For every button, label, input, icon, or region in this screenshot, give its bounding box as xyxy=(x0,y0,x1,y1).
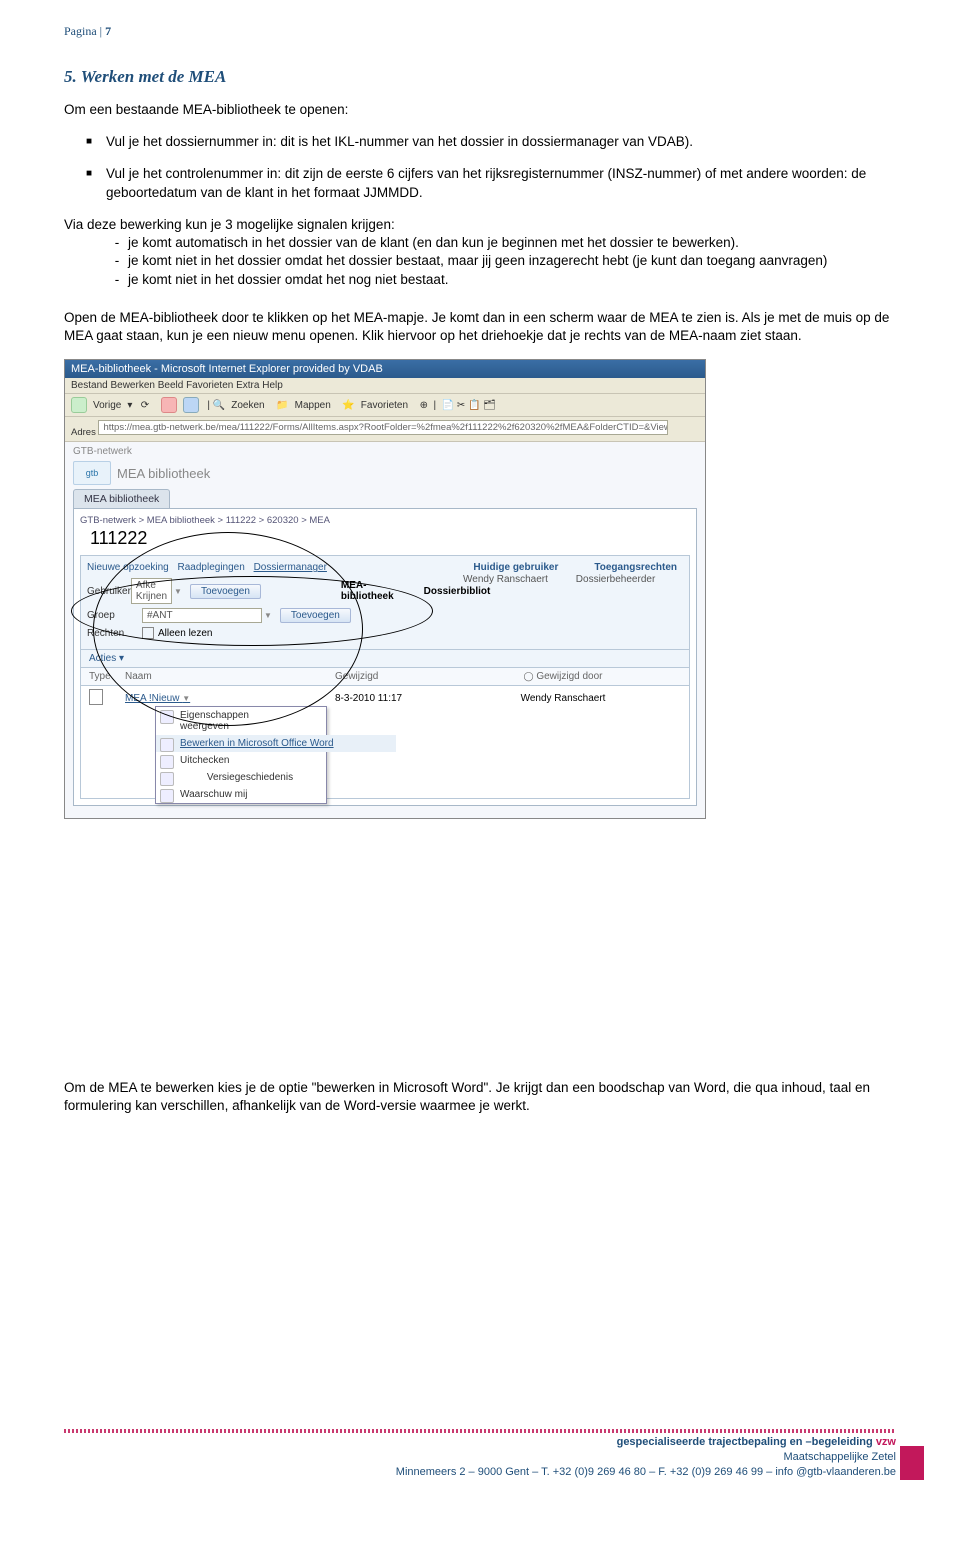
menu-bewerken-word[interactable]: Bewerken in Microsoft Office Word xyxy=(156,735,396,752)
gebruiker-input[interactable]: Afke Krijnen xyxy=(131,578,172,604)
dash-item: je komt niet in het dossier omdat het do… xyxy=(128,252,896,270)
folders-label[interactable]: Mappen xyxy=(295,400,331,411)
address-label: Adres xyxy=(71,427,96,438)
page-label: Pagina | xyxy=(64,24,105,38)
bullet-item: Vul je het controlenummer in: dit zijn d… xyxy=(106,165,896,201)
stop-icon[interactable] xyxy=(161,397,177,413)
menu-waarschuw[interactable]: Waarschuw mij xyxy=(156,786,326,803)
back-icon[interactable] xyxy=(71,397,87,413)
footer-line3: Minnemeers 2 – 9000 Gent – T. +32 (0)9 2… xyxy=(64,1465,896,1480)
gebruiker-label: Gebruiker xyxy=(87,586,131,597)
favorites-label[interactable]: Favorieten xyxy=(361,400,408,411)
bibliotheek-title: MEA bibliotheek xyxy=(117,466,210,481)
checkout-icon xyxy=(160,755,174,769)
props-icon xyxy=(160,710,174,724)
acties-dropdown[interactable]: Acties ▾ xyxy=(80,650,690,668)
window-titlebar: MEA-bibliotheek - Microsoft Internet Exp… xyxy=(65,360,705,378)
context-menu[interactable]: Eigenschappen weergeven Bewerken in Micr… xyxy=(155,706,327,804)
menu-uitchecken[interactable]: Uitchecken xyxy=(156,752,296,769)
dossbib-label[interactable]: Dossierbibliot xyxy=(424,586,491,597)
col-gewijzigd: Gewijzigd xyxy=(335,671,445,682)
huidige-label: Huidige gebruiker xyxy=(473,562,558,573)
paneltab-dossiermanager[interactable]: Dossiermanager xyxy=(254,562,327,573)
row-date: 8-3-2010 11:17 xyxy=(335,693,445,704)
grid-header: Type Naam Gewijzigd ◯ Gewijzigd door xyxy=(80,668,690,686)
ie-menubar[interactable]: Bestand Bewerken Beeld Favorieten Extra … xyxy=(65,378,705,394)
footer-divider xyxy=(64,1429,896,1433)
menu-eigenschappen[interactable]: Eigenschappen weergeven xyxy=(156,707,222,735)
word-icon xyxy=(160,738,174,752)
signals-intro: Via deze bewerking kun je 3 mogelijke si… xyxy=(64,216,896,234)
search-label[interactable]: Zoeken xyxy=(231,400,264,411)
row-name[interactable]: MEA !Nieuw xyxy=(125,693,179,704)
alert-icon xyxy=(160,789,174,803)
paneltab-raadpl[interactable]: Raadplegingen xyxy=(178,562,245,573)
page-header: Pagina | 7 xyxy=(64,24,896,43)
dossier-number: 111222 xyxy=(90,528,690,549)
section-heading: 5. Werken met de MEA xyxy=(64,67,896,87)
page-number: 7 xyxy=(105,24,111,38)
breadcrumb[interactable]: GTB-netwerk > MEA bibliotheek > 111222 >… xyxy=(80,515,690,526)
toevoegen-button-1[interactable]: Toevoegen xyxy=(190,584,261,599)
dash-item: je komt niet in het dossier omdat het no… xyxy=(128,271,896,289)
col-type: Type xyxy=(89,671,125,682)
bullet-list: Vul je het dossiernummer in: dit is het … xyxy=(64,133,896,202)
dash-item: je komt automatisch in het dossier van d… xyxy=(128,234,896,252)
intro-paragraph: Om een bestaande MEA-bibliotheek te open… xyxy=(64,101,896,119)
tab-bibliotheek[interactable]: MEA bibliotheek xyxy=(73,489,170,508)
history-icon xyxy=(160,772,174,786)
menu-versies[interactable]: Versiegeschiedenis xyxy=(156,769,326,786)
back-label[interactable]: Vorige xyxy=(93,400,121,411)
col-gewijzigd-door: ◯ Gewijzigd door xyxy=(445,671,681,682)
footer-line1a: gespecialiseerde trajectbepaling en –beg… xyxy=(617,1436,876,1448)
toegang-label: Toegangsrechten xyxy=(594,562,677,573)
huidige-value: Wendy Ranschaert xyxy=(463,574,573,585)
col-naam: Naam xyxy=(125,671,335,682)
ie-addressbar[interactable]: Adres https://mea.gtb-netwerk.be/mea/111… xyxy=(65,417,705,442)
footer-vzw: vzw xyxy=(876,1436,896,1448)
alleen-lezen-checkbox[interactable] xyxy=(142,627,154,639)
groep-input[interactable]: #ANT xyxy=(142,608,262,623)
row-dropdown-icon[interactable]: ▼ xyxy=(182,694,190,703)
home-icon[interactable] xyxy=(183,397,199,413)
toegang-value: Dossierbeheerder xyxy=(576,574,656,585)
dash-list: -je komt automatisch in het dossier van … xyxy=(64,234,896,289)
footer-line2: Maatschappelijke Zetel xyxy=(64,1450,896,1465)
row-author: Wendy Ranschaert xyxy=(445,693,681,704)
grid-row[interactable]: MEA !Nieuw ▼ 8-3-2010 11:17 Wendy Ransch… xyxy=(80,686,690,799)
bullet-item: Vul je het dossiernummer in: dit is het … xyxy=(106,133,896,151)
page-footer: gespecialiseerde trajectbepaling en –beg… xyxy=(0,1429,960,1480)
rechten-label: Rechten xyxy=(87,628,142,639)
mea-bib-label[interactable]: MEA-bibliotheek xyxy=(341,580,394,602)
alleen-lezen-label: Alleen lezen xyxy=(158,628,212,639)
paneltab-nieuwe[interactable]: Nieuwe opzoeking xyxy=(87,562,169,573)
groep-label: Groep xyxy=(87,610,142,621)
gtb-logo-icon: gtb xyxy=(73,461,111,485)
ie-toolbar[interactable]: Vorige ▾ ⟳ | 🔍 Zoeken 📁 Mappen ⭐ Favorie… xyxy=(65,394,705,417)
embedded-screenshot: MEA-bibliotheek - Microsoft Internet Exp… xyxy=(64,359,706,819)
open-paragraph: Open de MEA-bibliotheek door te klikken … xyxy=(64,309,896,345)
url-input[interactable]: https://mea.gtb-netwerk.be/mea/111222/Fo… xyxy=(98,420,668,435)
end-paragraph: Om de MEA te bewerken kies je de optie "… xyxy=(64,1079,896,1115)
footer-square-icon xyxy=(900,1446,924,1480)
toevoegen-button-2[interactable]: Toevoegen xyxy=(280,608,351,623)
gtb-netwerk-label: GTB-netwerk xyxy=(65,446,705,457)
word-doc-icon xyxy=(89,689,103,705)
